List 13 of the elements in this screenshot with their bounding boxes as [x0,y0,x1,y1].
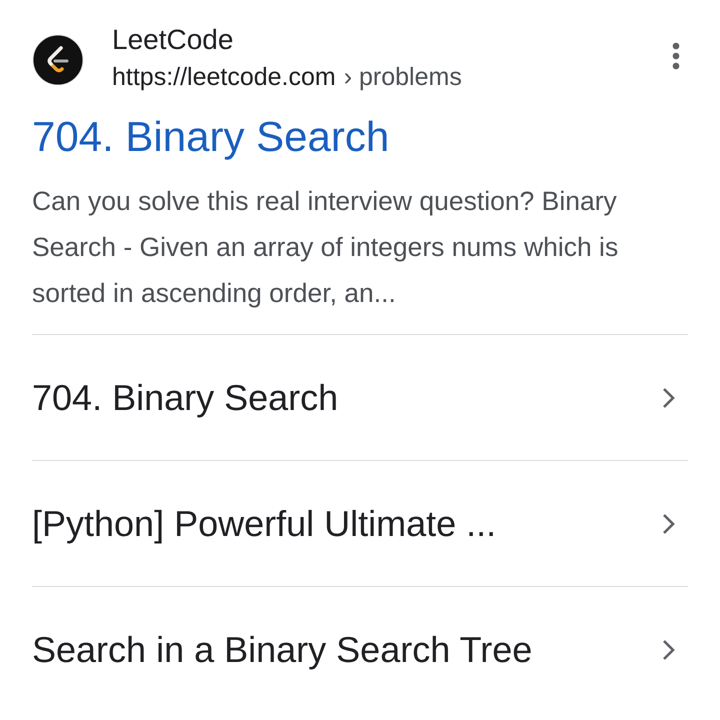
more-icon[interactable] [672,42,680,70]
sitelink[interactable]: Search in a Binary Search Tree [32,586,688,712]
sitelink[interactable]: 704. Binary Search [32,334,688,460]
sitelink[interactable]: [Python] Powerful Ultimate ... [32,460,688,586]
site-name: LeetCode [112,23,234,57]
chevron-icon [662,386,676,408]
site-url: https://leetcode.com [112,62,336,93]
chevron-icon [662,512,676,534]
result-snippet: Can you solve this real interview question? Binary Search - Given an array of integers nums which is sorted in ascending order, an... [32,185,620,310]
result-title[interactable]: 704. Binary Search [32,110,688,164]
url-path: › problems [344,62,462,93]
chevron-icon [662,638,676,660]
logo-icon [32,34,84,86]
